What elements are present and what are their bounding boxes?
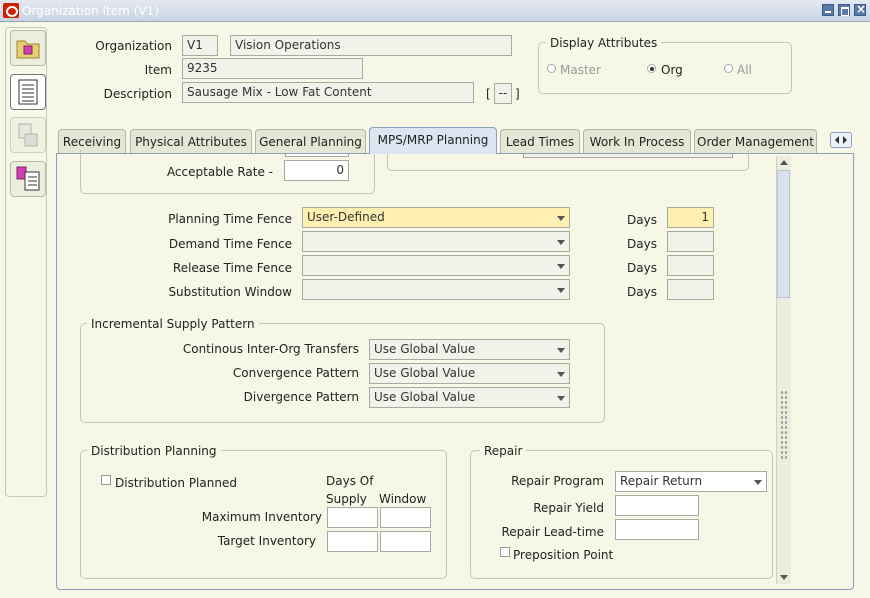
substitution-days-field[interactable] [667,279,714,300]
tab-scroll-arrows-icon[interactable] [830,132,852,148]
target-inventory-window-field[interactable] [380,531,431,552]
maximum-inventory-label: Maximum Inventory [201,510,322,524]
chevron-down-icon [557,240,565,245]
chevron-down-icon [557,348,565,353]
supply-label: Supply [326,492,367,506]
master-radio[interactable] [547,64,556,73]
convergence-pattern-select[interactable]: Use Global Value [369,363,570,384]
repair-yield-label: Repair Yield [533,501,604,515]
distribution-planned-checkbox[interactable] [101,475,111,485]
tab-mps-mrp-planning[interactable]: MPS/MRP Planning [369,127,497,154]
flexfield-button[interactable]: -- [494,83,512,104]
maximize-button[interactable] [838,4,850,16]
organization-name-field[interactable]: Vision Operations [230,35,512,56]
item-detail-icon[interactable] [10,117,46,153]
inter-org-transfers-select[interactable]: Use Global Value [369,339,570,360]
close-button[interactable] [854,2,866,16]
max-inventory-window-field[interactable] [380,507,431,528]
acceptable-rate-label: Acceptable Rate - [166,165,273,179]
days-of-label: Days Of [326,474,374,488]
preposition-point-checkbox[interactable] [500,547,510,557]
scroll-up-icon[interactable] [778,157,790,169]
planning-time-fence-select[interactable]: User-Defined [302,207,570,228]
organization-code-field[interactable]: V1 [182,35,218,56]
planning-time-fence-value: User-Defined [307,210,385,224]
target-inventory-label: Target Inventory [217,534,316,548]
repair-leadtime-field[interactable] [615,519,699,540]
substitution-window-label: Substitution Window [168,285,292,299]
repair-title: Repair [480,444,527,458]
all-radio-label[interactable]: All [737,63,752,77]
repair-program-label: Repair Program [511,474,604,488]
item-field[interactable]: 9235 [182,58,363,79]
release-time-fence-select[interactable] [302,255,570,276]
convergence-pattern-label: Convergence Pattern [232,366,359,380]
chevron-down-icon [557,216,565,221]
master-radio-label[interactable]: Master [560,63,601,77]
title-bar: Organization Item (V1) [0,0,870,22]
divergence-pattern-select[interactable]: Use Global Value [369,387,570,408]
planning-days-label: Days [627,213,657,227]
substitution-window-select[interactable] [302,279,570,300]
window-title: Organization Item (V1) [22,4,159,18]
org-radio-label[interactable]: Org [661,63,683,77]
list-document-icon[interactable] [10,74,46,110]
preposition-point-label[interactable]: Preposition Point [513,548,613,562]
repair-program-value: Repair Return [620,474,703,488]
repair-yield-field[interactable] [615,495,699,516]
demand-days-field[interactable] [667,231,714,252]
planning-days-field[interactable]: 1 [667,207,714,228]
convergence-pattern-value: Use Global Value [374,366,476,380]
chevron-down-icon [557,264,565,269]
demand-days-label: Days [627,237,657,251]
all-radio[interactable] [724,64,733,73]
distribution-planned-label[interactable]: Distribution Planned [115,476,237,490]
org-radio[interactable] [647,64,656,73]
demand-time-fence-select[interactable] [302,231,570,252]
flexfield-bracket-open: [ [486,87,491,101]
chevron-down-icon [557,396,565,401]
item-label: Item [144,63,172,77]
scroll-down-icon[interactable] [778,571,790,583]
divergence-pattern-label: Divergence Pattern [243,390,359,404]
substitution-days-label: Days [627,285,657,299]
chevron-down-icon [754,480,762,485]
repair-program-select[interactable]: Repair Return [615,471,767,492]
planning-time-fence-label: Planning Time Fence [168,212,292,226]
demand-time-fence-label: Demand Time Fence [168,237,292,251]
flexfield-bracket-close: ] [515,87,520,101]
target-inventory-supply-field[interactable] [327,531,378,552]
release-time-fence-label: Release Time Fence [172,261,292,275]
scrollbar-thumb[interactable] [777,170,790,298]
divergence-pattern-value: Use Global Value [374,390,476,404]
display-attributes-title: Display Attributes [546,36,662,50]
item-list-icon[interactable] [10,161,46,197]
incremental-supply-title: Incremental Supply Pattern [87,317,259,331]
release-days-label: Days [627,261,657,275]
organization-label: Organization [95,39,172,53]
max-inventory-supply-field[interactable] [327,507,378,528]
folder-icon[interactable] [10,30,46,66]
repair-leadtime-label: Repair Lead-time [501,525,604,539]
acceptable-rate-field[interactable]: 0 [284,160,349,181]
inter-org-transfers-value: Use Global Value [374,342,476,356]
chevron-down-icon [557,288,565,293]
release-days-field[interactable] [667,255,714,276]
minimize-button[interactable] [822,4,834,16]
description-label: Description [103,87,172,101]
scroll-grip-icon [780,390,788,460]
clipped-field-right [523,154,733,158]
chevron-down-icon [557,372,565,377]
clipped-field [285,154,349,157]
distribution-planning-title: Distribution Planning [87,444,221,458]
oracle-logo-icon [3,3,19,18]
description-field[interactable]: Sausage Mix - Low Fat Content [182,82,474,103]
inter-org-transfers-label: Continous Inter-Org Transfers [182,342,359,356]
window-label: Window [379,492,427,506]
